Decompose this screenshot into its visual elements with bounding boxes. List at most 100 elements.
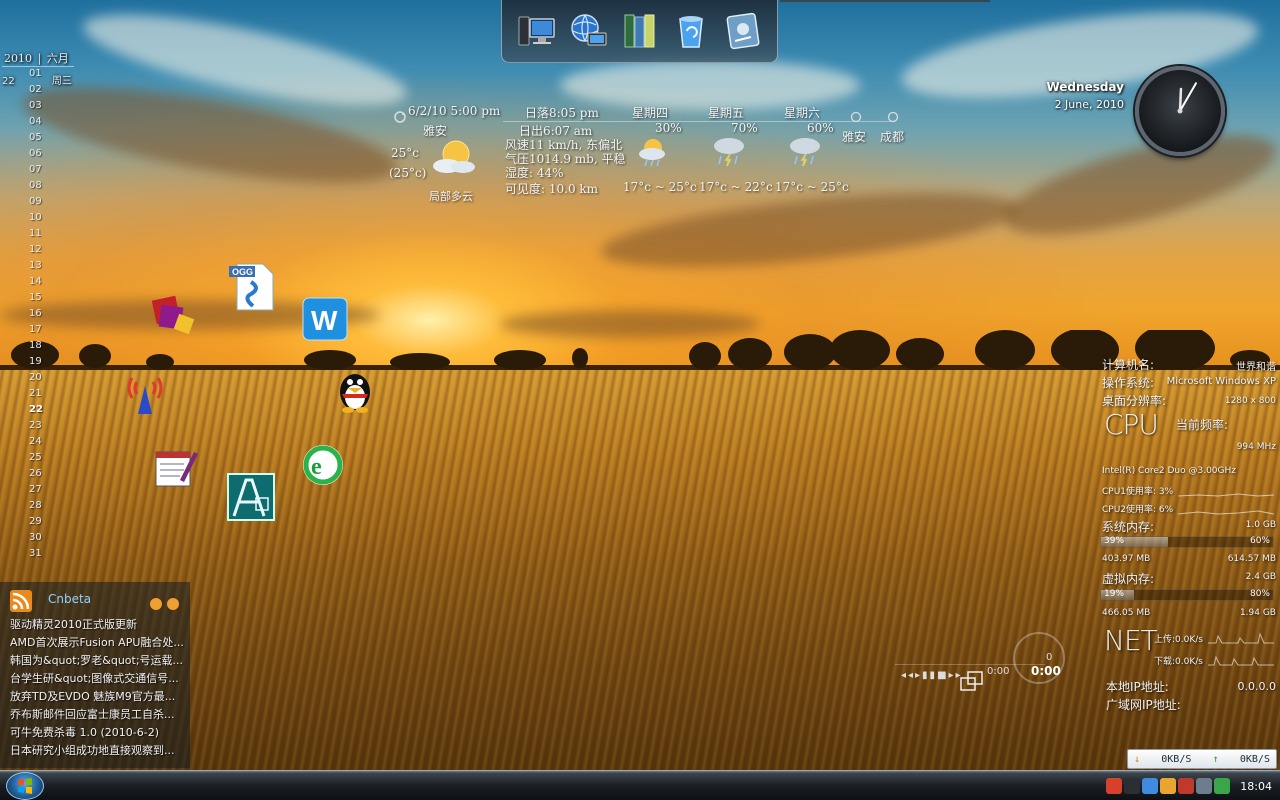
net-upload-graph xyxy=(1208,632,1274,644)
city-yaan-link[interactable]: 雅安 xyxy=(842,128,866,145)
calendar-day[interactable]: 14 xyxy=(29,274,43,290)
weather-condition: 局部多云 xyxy=(429,190,473,203)
refresh-icon[interactable] xyxy=(393,110,407,124)
word-w-icon[interactable]: W xyxy=(300,294,350,344)
notepad-edit-icon[interactable] xyxy=(150,442,200,492)
rss-title[interactable]: Cnbeta xyxy=(48,592,91,606)
autocad-icon[interactable] xyxy=(226,472,276,522)
dock-line xyxy=(780,0,990,2)
player-total-time: 0:00 xyxy=(1031,664,1061,678)
calendar-day[interactable]: 27 xyxy=(29,482,43,498)
calendar-day[interactable]: 06 xyxy=(29,146,43,162)
wan-ip-label: 广域网IP地址: xyxy=(1106,698,1181,712)
sogou-input-icon[interactable] xyxy=(1106,778,1123,794)
rss-reader: Cnbeta 驱动精灵2010正式版更新 AMD首次展示Fusion APU融合处… xyxy=(0,582,190,768)
calendar-day[interactable]: 04 xyxy=(29,114,43,130)
recycle-bin-icon[interactable] xyxy=(669,7,713,55)
calendar-day[interactable]: 01 xyxy=(29,66,43,82)
calendar-year-month: 2010 | 六月 xyxy=(4,52,69,65)
sun-shower-icon xyxy=(639,139,665,167)
winrar-icon[interactable] xyxy=(150,292,200,342)
library-icon[interactable] xyxy=(617,7,661,55)
calendar-day[interactable]: 22 xyxy=(29,402,43,418)
calendar-year: 2010 xyxy=(4,52,32,65)
lan-ip-value: 0.0.0.0 xyxy=(1237,680,1276,693)
calendar-day[interactable]: 17 xyxy=(29,322,43,338)
internet-explorer-icon[interactable]: e xyxy=(298,440,348,490)
calendar-today-weekday: 周三 xyxy=(51,76,72,87)
rss-item[interactable]: 放弃TD及EVDO 魅族M9官方最... xyxy=(10,688,188,706)
wheat-field xyxy=(0,370,1280,800)
calendar-day[interactable]: 28 xyxy=(29,498,43,514)
weather-current-temp: 25°c xyxy=(391,146,419,160)
control-panel-icon[interactable] xyxy=(721,7,765,55)
taskbar-clock[interactable]: 18:04 xyxy=(1240,780,1272,793)
rss-item[interactable]: 可牛免费杀毒 1.0 (2010-6-2) xyxy=(10,724,188,742)
calendar-day[interactable]: 23 xyxy=(29,418,43,434)
forecast-range: 17°c ~ 25°c xyxy=(775,180,849,194)
calendar-day[interactable]: 09 xyxy=(29,194,43,210)
windows-logo-icon xyxy=(18,778,32,794)
calendar-day[interactable]: 07 xyxy=(29,162,43,178)
volume-icon[interactable] xyxy=(1196,778,1213,794)
city-switch-icon[interactable] xyxy=(887,110,899,124)
rss-item[interactable]: 韩国为&quot;罗老&quot;号运载... xyxy=(10,652,188,670)
network-tray-icon[interactable] xyxy=(1142,778,1159,794)
calendar-day[interactable]: 03 xyxy=(29,98,43,114)
weather-sunset: 日落8:05 pm xyxy=(525,106,599,120)
wireless-icon[interactable] xyxy=(120,368,170,418)
up-arrow-icon: ↑ xyxy=(1212,753,1219,765)
rss-prev-button[interactable] xyxy=(150,598,162,610)
cpu2-usage: CPU2使用率: 6% xyxy=(1102,505,1174,515)
calendar-day[interactable]: 29 xyxy=(29,514,43,530)
my-computer-icon[interactable] xyxy=(514,7,558,55)
qq-penguin-icon[interactable] xyxy=(330,364,380,414)
weather-widget: 6/2/10 5:00 pm 雅安 25°c (25°c) 局部多云 日落8:0… xyxy=(385,100,905,210)
forecast-range: 17°c ~ 22°c xyxy=(699,180,773,194)
calendar-day[interactable]: 30 xyxy=(29,530,43,546)
net-upload: 上传:0.0K/s xyxy=(1154,635,1203,645)
rss-item[interactable]: AMD首次展示Fusion APU融合处... xyxy=(10,634,188,652)
player-controls[interactable]: ◂◂▸▮▮■▸▸ xyxy=(901,670,963,681)
calendar-day[interactable]: 05 xyxy=(29,130,43,146)
calendar-day[interactable]: 10 xyxy=(29,210,43,226)
net-speed-box[interactable]: ↓ 0KB/S ↑ 0KB/S xyxy=(1127,749,1277,769)
network-icon[interactable] xyxy=(566,7,610,55)
arrow-left-icon[interactable] xyxy=(1124,778,1141,794)
virtual-memory-used: 466.05 MB xyxy=(1102,608,1151,618)
qq-tray-icon[interactable] xyxy=(1160,778,1177,794)
player-mini-icon[interactable] xyxy=(959,668,985,694)
rss-next-button[interactable] xyxy=(167,598,179,610)
calendar-day[interactable]: 20 xyxy=(29,370,43,386)
city-switch-icon[interactable] xyxy=(850,110,862,124)
clock-minute-hand xyxy=(1179,82,1197,112)
rss-item[interactable]: 驱动精灵2010正式版更新 xyxy=(10,616,188,634)
security-shield-icon[interactable] xyxy=(1214,778,1231,794)
calendar-day[interactable]: 19 xyxy=(29,354,43,370)
svg-text:e: e xyxy=(311,454,322,480)
start-button[interactable] xyxy=(6,772,44,800)
calendar-day[interactable]: 31 xyxy=(29,546,43,562)
cpu-title: CPU xyxy=(1104,408,1159,441)
calendar-day[interactable]: 12 xyxy=(29,242,43,258)
rss-item[interactable]: 乔布斯邮件回应富士康员工自杀... xyxy=(10,706,188,724)
rss-item[interactable]: 台学生研&quot;图像式交通信号... xyxy=(10,670,188,688)
calendar-day[interactable]: 02 xyxy=(29,82,43,98)
city-chengdu-link[interactable]: 成都 xyxy=(880,128,904,145)
calendar-day[interactable]: 08 xyxy=(29,178,43,194)
os-value: Microsoft Windows XP xyxy=(1166,376,1276,387)
calendar-day[interactable]: 13 xyxy=(29,258,43,274)
calendar-day[interactable]: 26 xyxy=(29,466,43,482)
ogg-file-icon[interactable]: OGG xyxy=(228,262,278,312)
calendar-day[interactable]: 25 xyxy=(29,450,43,466)
partly-cloudy-icon xyxy=(433,140,475,173)
calendar-day[interactable]: 11 xyxy=(29,226,43,242)
calendar-day[interactable]: 15 xyxy=(29,290,43,306)
calendar-day[interactable]: 21 xyxy=(29,386,43,402)
rss-item[interactable]: 日本研究小组成功地直接观察到... xyxy=(10,742,188,760)
calendar-day[interactable]: 24 xyxy=(29,434,43,450)
antivirus-icon[interactable] xyxy=(1178,778,1195,794)
os-label: 操作系统: xyxy=(1102,376,1155,390)
calendar-day[interactable]: 18 xyxy=(29,338,43,354)
calendar-day[interactable]: 16 xyxy=(29,306,43,322)
